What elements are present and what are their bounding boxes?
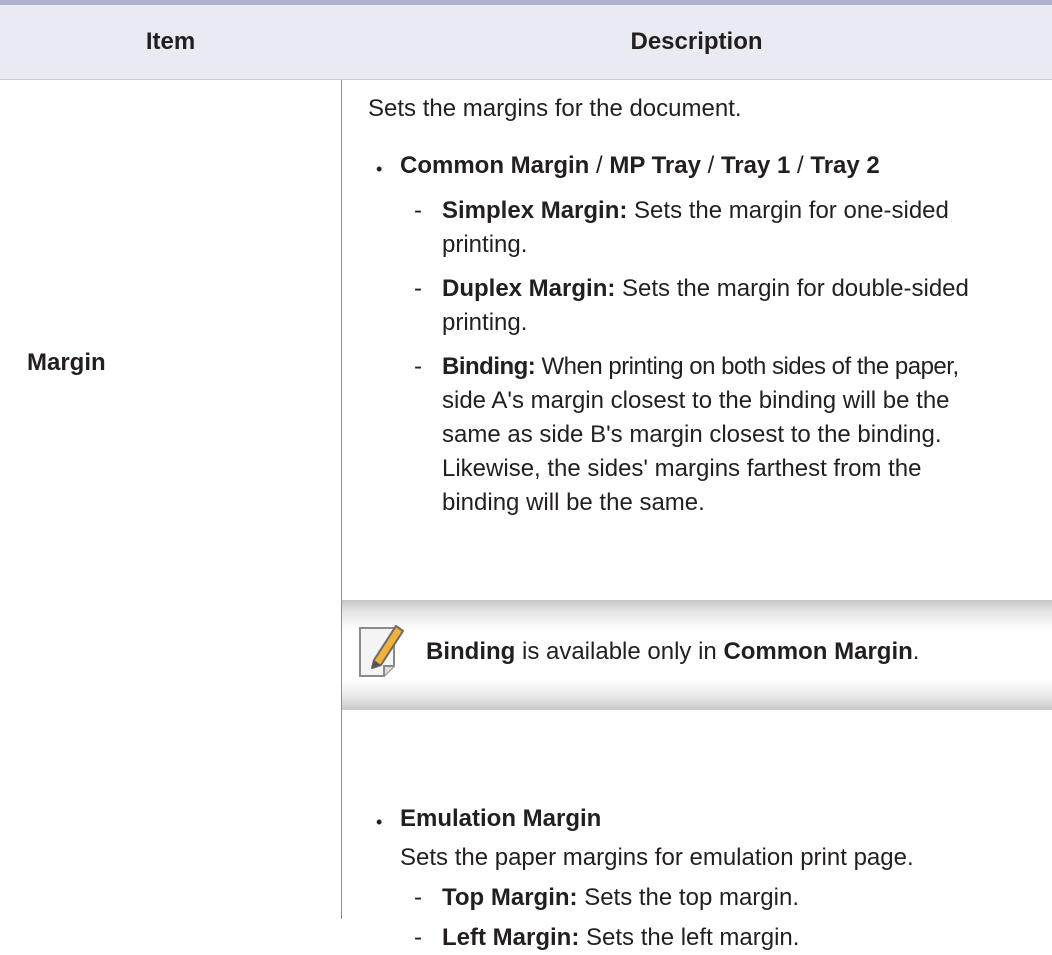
- top-margin-line: Top Margin: Sets the top margin.: [442, 881, 799, 915]
- intro-text: Sets the margins for the document.: [368, 95, 742, 122]
- tray2-label: Tray 2: [810, 152, 880, 179]
- header-item: Item: [145, 28, 196, 55]
- binding-line5: binding will be the same.: [442, 489, 705, 516]
- binding-line3: same as side B's margin closest to the b…: [442, 421, 942, 448]
- binding-line1: Binding: When printing on both sides of …: [442, 350, 959, 384]
- duplex-margin-line1: Duplex Margin: Sets the margin for doubl…: [442, 272, 969, 306]
- note-common-margin: Common Margin: [723, 638, 913, 665]
- top-margin-label: Top Margin:: [442, 884, 578, 911]
- note-text: Binding is available only in Common Marg…: [426, 635, 919, 669]
- dash: -: [414, 924, 422, 951]
- bullet: •: [376, 159, 383, 179]
- simplex-margin-label: Simplex Margin:: [442, 197, 628, 224]
- left-margin-text: Sets the left margin.: [579, 924, 800, 951]
- document-page: Item Description Margin Sets the margins…: [0, 0, 1052, 951]
- bullet-common-margin: Common Margin / MP Tray / Tray 1 / Tray …: [400, 149, 880, 183]
- duplex-margin-text: Sets the margin for double-sided: [615, 275, 969, 302]
- emulation-margin-desc: Sets the paper margins for emulation pri…: [400, 844, 914, 871]
- separator: /: [700, 152, 721, 179]
- duplex-margin-label: Duplex Margin:: [442, 275, 616, 302]
- dash: -: [414, 353, 422, 380]
- simplex-margin-line2: printing.: [442, 231, 528, 258]
- separator: /: [790, 152, 811, 179]
- note-period: .: [912, 638, 920, 665]
- duplex-margin-line2: printing.: [442, 309, 528, 336]
- binding-label: Binding:: [442, 353, 536, 380]
- note-box: Binding is available only in Common Marg…: [342, 600, 1052, 710]
- mp-tray-label: MP Tray: [609, 152, 701, 179]
- binding-text: When printing on both sides of the paper…: [535, 353, 959, 380]
- common-margin-label: Common Margin: [400, 152, 590, 179]
- dash: -: [414, 884, 422, 911]
- binding-line2: side A's margin closest to the binding w…: [442, 387, 950, 414]
- bullet: •: [376, 812, 383, 832]
- top-margin-text: Sets the top margin.: [577, 884, 799, 911]
- simplex-margin-text: Sets the margin for one-sided: [627, 197, 949, 224]
- dash: -: [414, 197, 422, 224]
- note-middle: is available only in: [515, 638, 724, 665]
- binding-line4: Likewise, the sides' margins farthest fr…: [442, 455, 922, 482]
- tray1-label: Tray 1: [720, 152, 791, 179]
- simplex-margin-line1: Simplex Margin: Sets the margin for one-…: [442, 194, 949, 228]
- left-margin-label: Left Margin:: [442, 924, 580, 951]
- table-row-item-cell: Margin: [0, 80, 341, 499]
- left-margin-line: Left Margin: Sets the left margin.: [442, 921, 799, 955]
- table-header-row: Item Description: [0, 5, 1052, 80]
- header-description: Description: [630, 28, 763, 55]
- note-pencil-icon: [359, 625, 404, 677]
- column-divider: [341, 80, 342, 919]
- item-label: Margin: [27, 349, 106, 376]
- note-binding: Binding: [426, 638, 516, 665]
- emulation-margin-title: Emulation Margin: [400, 805, 602, 832]
- dash: -: [414, 275, 422, 302]
- separator: /: [589, 152, 610, 179]
